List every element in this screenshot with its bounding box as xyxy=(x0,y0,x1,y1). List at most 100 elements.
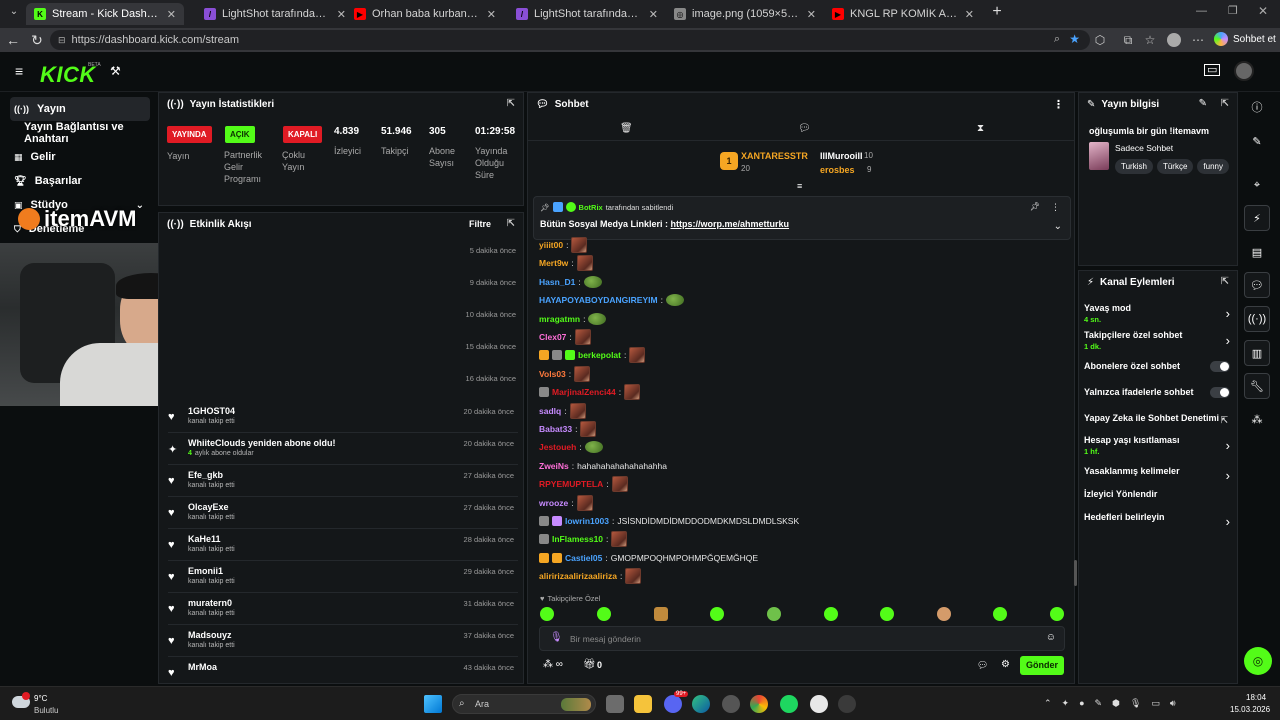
emote-slot[interactable] xyxy=(1050,607,1064,621)
chat-username[interactable]: InFlamess10 xyxy=(552,534,603,544)
tray-network-icon[interactable]: ▭ xyxy=(1151,698,1160,712)
chat-username[interactable]: lowrin1003 xyxy=(565,516,609,526)
unpin-icon[interactable]: 📌︎ xyxy=(1030,202,1040,211)
capture-icon[interactable]: ⌖ xyxy=(1244,172,1270,198)
send-button[interactable]: Gönder xyxy=(1020,656,1064,675)
face-emote[interactable] xyxy=(580,421,597,437)
emote-slot[interactable] xyxy=(540,607,554,621)
activity-row[interactable]: ♥ muratern0 kanalı takip etti 31 dakika önc… xyxy=(168,595,518,625)
chat-username[interactable]: ZweiNs xyxy=(539,461,569,471)
tag-pill[interactable]: Türkçe xyxy=(1156,159,1194,174)
notes-icon[interactable]: ▤ xyxy=(1244,239,1270,265)
wrench-icon[interactable]: 🔧︎ xyxy=(1244,373,1270,399)
emote-slot[interactable] xyxy=(597,607,611,621)
popout-icon[interactable]: ⇱ xyxy=(1221,276,1229,287)
pepe-emote[interactable] xyxy=(583,275,602,288)
chat-message[interactable]: MarjinalZenci44: xyxy=(539,383,641,401)
face-emote[interactable] xyxy=(574,329,591,345)
activity-row[interactable]: ♥ Madsouyz kanalı takip etti 37 dakika önce xyxy=(168,627,518,657)
help-button[interactable]: ◎ xyxy=(1244,647,1272,675)
pinned-link[interactable]: https://worp.me/ahmetturku xyxy=(671,219,790,229)
gift-icon[interactable]: 🎁︎ xyxy=(583,659,596,670)
close-tab-icon[interactable]: ✕ xyxy=(337,8,346,21)
browser-tab[interactable]: K Stream - Kick Dashboard ✕ xyxy=(26,3,184,25)
chat-message[interactable]: HAYAPOYABOYDANGIREYIM: xyxy=(539,291,684,309)
channel-action-item[interactable]: Yapay Zeka ile Sohbet Denetimi ⇱ xyxy=(1084,413,1230,425)
emote-slot[interactable] xyxy=(654,607,668,621)
profile-avatar[interactable] xyxy=(1166,32,1182,48)
browser-tab[interactable]: ▶ KNGL RP KOMİK ANLAR #6 (GÜN ✕ xyxy=(824,3,982,25)
browser-tab[interactable]: / LightShot tarafından Ekran Görünt ✕ xyxy=(196,3,354,25)
close-tab-icon[interactable]: ✕ xyxy=(807,8,816,21)
emote-slot[interactable] xyxy=(880,607,894,621)
tag-pill[interactable]: Turkish xyxy=(1115,159,1153,174)
chat-username[interactable]: yiiit00 xyxy=(539,240,563,250)
pepe-emote[interactable] xyxy=(588,312,607,325)
sidebar-item-stream[interactable]: ((·)) Yayın xyxy=(10,97,150,121)
obs-icon[interactable] xyxy=(810,695,828,713)
chat-bubble-icon[interactable]: 💬︎ xyxy=(977,660,988,671)
leader-name-2[interactable]: IllMurooiII xyxy=(820,151,863,161)
chat-icon[interactable]: 💬︎ xyxy=(798,123,811,134)
close-window-button[interactable]: ✕ xyxy=(1258,4,1268,18)
popout-icon[interactable]: ⇱ xyxy=(507,98,515,109)
chat-more-icon[interactable]: ⋮ xyxy=(1053,98,1064,111)
browser-tab[interactable]: ▶ Orhan baba kurban oluyum dişler ✕ xyxy=(346,3,504,25)
weather-widget[interactable]: 9°C Bulutlu xyxy=(10,692,70,718)
face-emote[interactable] xyxy=(611,476,628,493)
chat-username[interactable]: Babat33 xyxy=(539,424,572,434)
face-emote[interactable] xyxy=(576,255,593,272)
emote-slot[interactable] xyxy=(710,607,724,621)
chat-message[interactable]: berkepolat: xyxy=(539,346,646,364)
activity-row[interactable]: ✦ WhiiteClouds yeniden abone oldu! 4 aylık … xyxy=(168,435,518,465)
chat-username[interactable]: sadlq xyxy=(539,406,561,416)
tab-actions-menu[interactable]: ⌄ xyxy=(6,6,22,22)
face-emote[interactable] xyxy=(629,347,646,364)
tag-pill[interactable]: funny xyxy=(1197,159,1229,174)
edit-icon[interactable]: ✎ xyxy=(1244,128,1270,154)
face-emote[interactable] xyxy=(624,384,641,401)
channel-action-item[interactable]: Takipçilere özel sohbet 1 dk. › xyxy=(1084,330,1230,351)
channel-action-item[interactable]: Hedefleri belirleyin › xyxy=(1084,512,1230,529)
emoji-picker-icon[interactable]: ☺ xyxy=(1046,632,1056,643)
broadcast-rail-icon[interactable]: ((·)) xyxy=(1244,306,1270,332)
layout-rail-icon[interactable]: ▥ xyxy=(1244,340,1270,366)
pinned-more-icon[interactable]: ⋮ xyxy=(1051,202,1060,213)
restore-button[interactable]: ❐ xyxy=(1228,4,1238,17)
channel-action-item[interactable]: İzleyici Yönlendir xyxy=(1084,489,1230,499)
chat-message[interactable]: Mert9w: xyxy=(539,254,593,272)
edge-icon[interactable] xyxy=(692,695,710,713)
chat-message[interactable]: Clex07: xyxy=(539,328,591,346)
chat-message[interactable]: sadlq: xyxy=(539,402,586,420)
sidebar-item-revenue[interactable]: ▦ Gelir xyxy=(10,145,150,169)
face-emote[interactable] xyxy=(611,531,628,548)
collapse-leaderboard-icon[interactable]: ≡ xyxy=(797,181,802,191)
microphone-icon[interactable]: 🎙︎ xyxy=(550,632,563,643)
tray-app-icon[interactable]: ✎ xyxy=(1095,698,1103,712)
expand-pinned-icon[interactable]: ⌄ xyxy=(1054,221,1062,232)
emote-slot[interactable] xyxy=(824,607,838,621)
pepe-emote[interactable] xyxy=(584,441,603,454)
steam-overlay-icon[interactable] xyxy=(722,695,740,713)
channel-action-item[interactable]: Hesap yaşı kısıtlaması 1 hf. › xyxy=(1084,435,1230,456)
activity-row[interactable]: ♥ KaHe11 kanalı takip etti 28 dakika önce xyxy=(168,531,518,561)
minimize-button[interactable]: — xyxy=(1196,5,1207,17)
close-tab-icon[interactable]: ✕ xyxy=(965,8,974,21)
split-screen-icon[interactable]: ⧉ xyxy=(1120,32,1136,48)
face-emote[interactable] xyxy=(569,402,586,419)
user-avatar[interactable] xyxy=(1234,61,1254,81)
chat-username[interactable]: RPYEMUPTELA xyxy=(539,479,603,489)
chat-username[interactable]: Mert9w xyxy=(539,258,568,268)
chrome-icon[interactable] xyxy=(750,695,768,713)
tray-overflow-icon[interactable]: ⌃ xyxy=(1044,698,1052,712)
chat-message[interactable]: aliririzaalirizaaliriza: xyxy=(539,567,642,585)
channel-action-item[interactable]: Yasaklanmış kelimeler › xyxy=(1084,466,1230,483)
task-view-icon[interactable] xyxy=(606,695,624,713)
chat-message[interactable]: mragatmn: xyxy=(539,310,607,328)
chat-username[interactable]: MarjinalZenci44 xyxy=(552,387,616,397)
chat-rail-icon[interactable]: 💬︎ xyxy=(1244,272,1270,298)
browser-tab[interactable]: ◎ image.png (1059×538) ✕ xyxy=(666,3,824,25)
close-tab-icon[interactable]: ✕ xyxy=(167,8,176,21)
chat-settings-icon[interactable]: ⚙ xyxy=(1001,659,1010,670)
zoom-icon[interactable]: ⌕ xyxy=(1054,33,1060,46)
